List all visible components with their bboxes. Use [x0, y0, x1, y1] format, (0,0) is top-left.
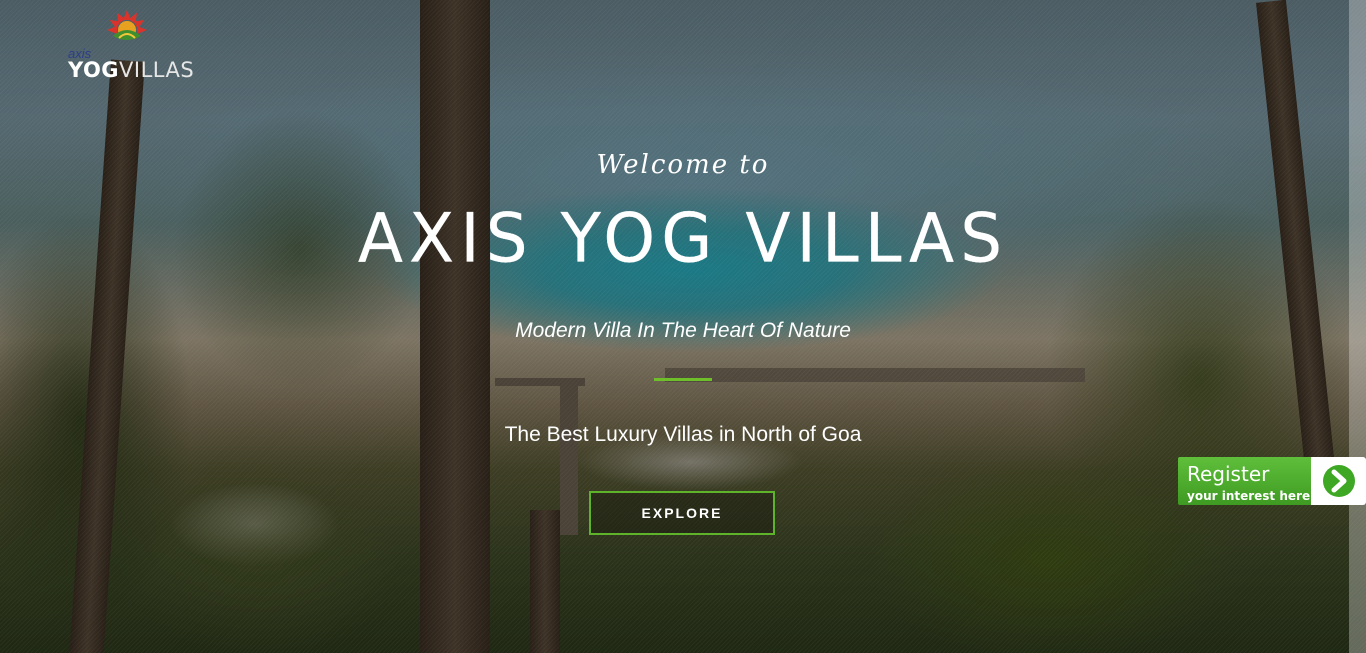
site-logo[interactable]: axis YOGVILLAS [66, 8, 196, 84]
logo-word-yog: YOG [68, 58, 120, 82]
explore-button[interactable]: EXPLORE [589, 491, 775, 535]
hero-title: AXIS YOG VILLAS [357, 199, 1009, 278]
register-subtitle: your interest here [1187, 489, 1311, 503]
hero-divider [654, 378, 712, 381]
register-interest-button[interactable]: Register your interest here [1178, 457, 1366, 505]
hero-tagline: The Best Luxury Villas in North of Goa [504, 423, 862, 446]
hero-welcome-text: Welcome to [596, 150, 770, 180]
register-arrow [1311, 457, 1366, 505]
register-label-box: Register your interest here [1178, 457, 1311, 505]
logo-word-villas: VILLAS [119, 58, 195, 82]
register-title: Register [1187, 462, 1270, 486]
chevron-right-icon [1322, 465, 1355, 497]
logo-wordmark: YOGVILLAS [68, 58, 194, 82]
hero-subtitle: Modern Villa In The Heart Of Nature [515, 319, 851, 342]
lotus-sun-icon [107, 10, 147, 40]
